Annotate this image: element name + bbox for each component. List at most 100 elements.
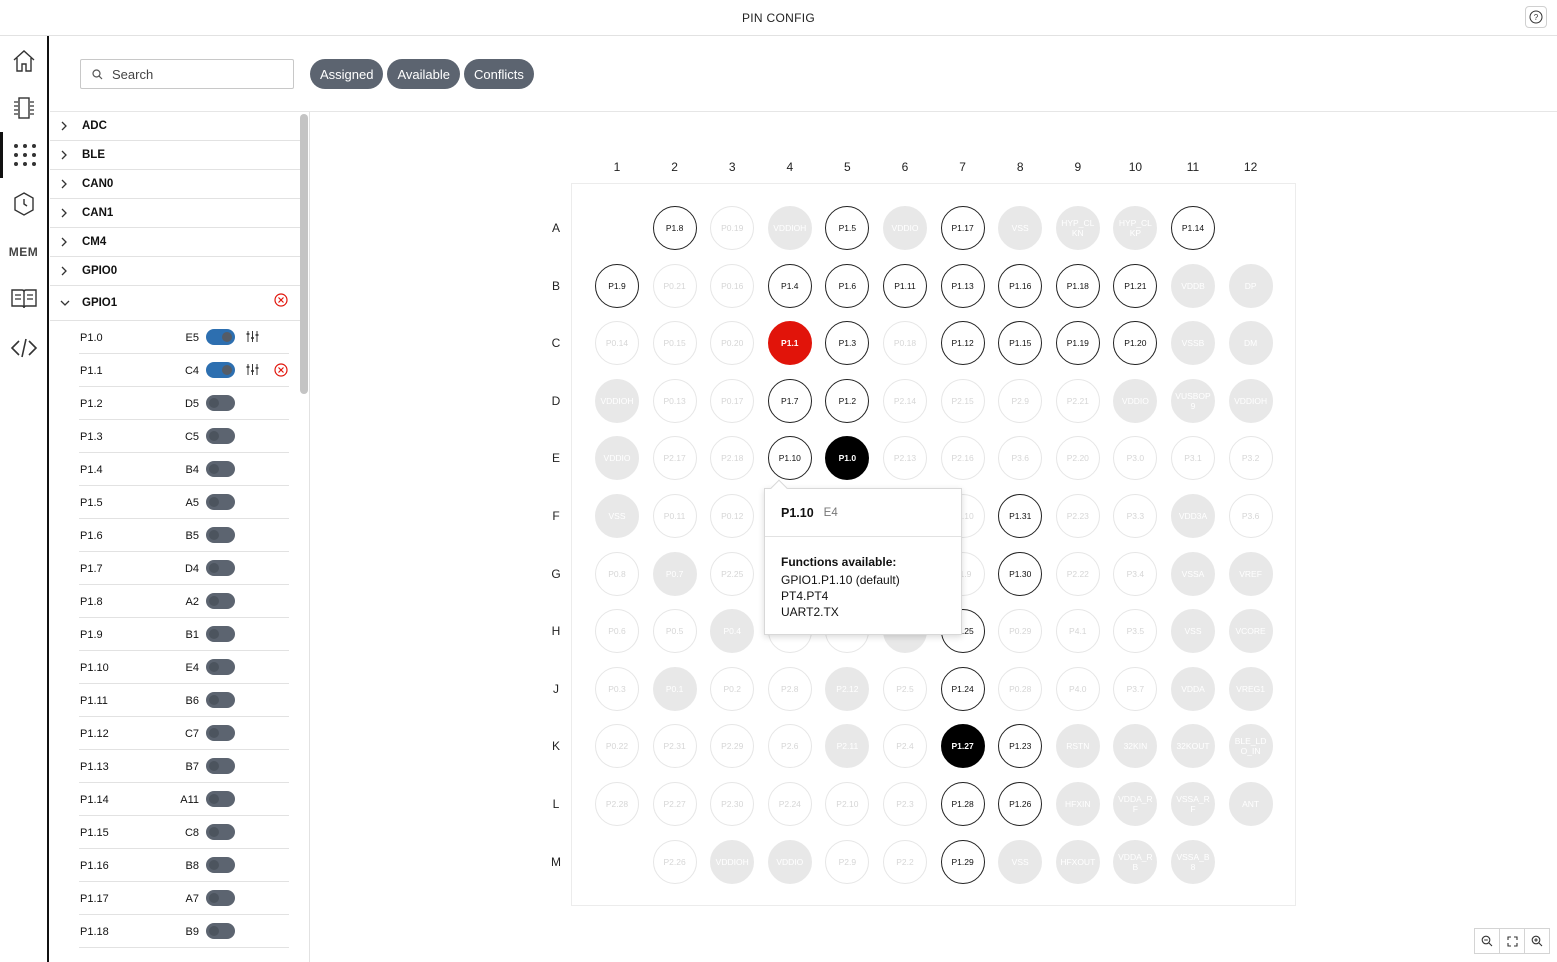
board-pin[interactable]: P1.18 <box>1055 263 1100 308</box>
zoom-out-icon[interactable] <box>1475 929 1500 953</box>
mem-label: MEM <box>8 245 39 259</box>
available-filter-button[interactable]: Available <box>387 59 461 89</box>
pin-toggle[interactable] <box>206 461 235 477</box>
pin-row[interactable]: P1.3 C5 <box>79 420 289 453</box>
group-cm4[interactable]: CM4 <box>50 228 301 257</box>
pin-row[interactable]: P1.2 D5 <box>79 387 289 420</box>
board-pin: VREF <box>1228 551 1273 596</box>
assigned-filter-button[interactable]: Assigned <box>310 59 384 89</box>
filter-buttons: Assigned Available Conflicts <box>310 59 534 89</box>
pin-row[interactable]: P1.8 A2 <box>79 585 289 618</box>
pin-row[interactable]: P1.18 B9 <box>79 915 289 948</box>
pin-toggle[interactable] <box>206 923 235 939</box>
pin-toggle[interactable] <box>206 560 235 576</box>
pin-toggle[interactable] <box>206 428 235 444</box>
fullscreen-icon[interactable] <box>1500 929 1525 953</box>
pin-row[interactable]: P1.10 E4 <box>79 651 289 684</box>
board-pin[interactable]: P1.29 <box>940 839 985 884</box>
pin-toggle[interactable] <box>206 824 235 840</box>
group-ble[interactable]: BLE <box>50 141 301 170</box>
remove-error-icon[interactable] <box>274 363 288 380</box>
group-can0[interactable]: CAN0 <box>50 170 301 199</box>
pin-row[interactable]: P1.12 C7 <box>79 717 289 750</box>
board-pin[interactable]: P1.11 <box>883 263 927 308</box>
help-icon[interactable]: ? <box>1525 6 1547 28</box>
pin-name: P1.17 <box>80 893 109 905</box>
pin-row[interactable]: P1.16 B8 <box>79 849 289 882</box>
board-pin[interactable]: P1.4 <box>767 263 812 308</box>
pin-toggle[interactable] <box>206 890 235 906</box>
pin-row[interactable]: P1.15 C8 <box>79 816 289 849</box>
board-pin: ANT <box>1228 782 1273 826</box>
board-pin[interactable]: P1.8 <box>652 206 697 250</box>
docs-icon[interactable] <box>0 276 47 322</box>
group-gpio1[interactable]: GPIO1 <box>50 286 301 321</box>
home-icon[interactable] <box>0 38 47 84</box>
mem-icon[interactable]: MEM <box>0 229 47 275</box>
group-adc[interactable]: ADC <box>50 112 301 141</box>
clock-icon[interactable] <box>0 181 47 227</box>
pin-toggle[interactable] <box>206 593 235 609</box>
search-input[interactable] <box>112 66 282 82</box>
board-pin[interactable]: P1.2 <box>825 378 870 423</box>
board-pin[interactable]: P1.1 <box>767 321 812 366</box>
pin-row[interactable]: P1.5 A5 <box>79 486 289 519</box>
code-icon[interactable] <box>0 325 47 371</box>
column-label: 9 <box>1074 160 1082 174</box>
board-pin[interactable]: P1.7 <box>767 378 812 423</box>
board-pin[interactable]: P1.12 <box>940 321 985 366</box>
board-pin[interactable]: P1.6 <box>825 263 870 308</box>
zoom-in-icon[interactable] <box>1525 929 1549 953</box>
board-pin: VDDIO <box>883 206 927 250</box>
pin-row[interactable]: P1.17 A7 <box>79 882 289 915</box>
board-pin[interactable]: P1.10 <box>767 436 812 481</box>
pin-toggle[interactable] <box>206 527 235 543</box>
pin-toggle[interactable] <box>206 362 235 378</box>
board-pin: VSSA <box>1171 551 1215 596</box>
board-pin[interactable]: P1.16 <box>998 263 1043 308</box>
pin-config-icon[interactable] <box>0 132 47 178</box>
pin-row[interactable]: P1.13 B7 <box>79 750 289 783</box>
group-gpio0[interactable]: GPIO0 <box>50 257 301 286</box>
pin-toggle[interactable] <box>206 329 235 345</box>
pin-toggle[interactable] <box>206 626 235 642</box>
board-pin[interactable]: P1.31 <box>998 494 1043 538</box>
peripherals-icon[interactable] <box>0 85 47 131</box>
pin-row[interactable]: P1.0 E5 <box>79 321 289 354</box>
board-pin[interactable]: P1.17 <box>940 206 985 250</box>
remove-error-icon[interactable] <box>274 293 288 312</box>
board-pin[interactable]: P1.14 <box>1171 206 1215 250</box>
board-pin[interactable]: P1.9 <box>595 263 639 308</box>
board-pin[interactable]: P1.21 <box>1113 263 1158 308</box>
pin-row[interactable]: P1.4 B4 <box>79 453 289 486</box>
pin-row[interactable]: P1.14 A11 <box>79 783 289 816</box>
pin-toggle[interactable] <box>206 494 235 510</box>
pin-toggle[interactable] <box>206 692 235 708</box>
group-can1[interactable]: CAN1 <box>50 199 301 228</box>
board-pin[interactable]: P1.28 <box>940 782 985 826</box>
settings-sliders-icon[interactable] <box>246 330 259 346</box>
conflicts-filter-button[interactable]: Conflicts <box>464 59 534 89</box>
board-pin[interactable]: P1.30 <box>998 551 1043 596</box>
pin-toggle[interactable] <box>206 659 235 675</box>
pin-row[interactable]: P1.7 D4 <box>79 552 289 585</box>
board-pin[interactable]: P1.26 <box>998 782 1043 826</box>
pin-toggle[interactable] <box>206 791 235 807</box>
board-pin[interactable]: P1.13 <box>940 263 985 308</box>
pin-row[interactable]: P1.11 B6 <box>79 684 289 717</box>
pin-row[interactable]: P1.1 C4 <box>79 354 289 387</box>
pin-toggle[interactable] <box>206 758 235 774</box>
board-pin[interactable]: P1.19 <box>1055 321 1100 366</box>
pin-name: P1.12 <box>80 728 109 740</box>
settings-sliders-icon[interactable] <box>246 363 259 379</box>
sidebar-scrollbar[interactable] <box>300 114 308 394</box>
board-pin: P2.5 <box>883 666 927 711</box>
pin-toggle[interactable] <box>206 725 235 741</box>
pin-toggle[interactable] <box>206 857 235 873</box>
pin-toggle[interactable] <box>206 395 235 411</box>
board-pin[interactable]: P1.24 <box>940 666 985 711</box>
pin-row[interactable]: P1.9 B1 <box>79 618 289 651</box>
board-pin[interactable]: P1.27 <box>940 724 985 769</box>
pin-row[interactable]: P1.6 B5 <box>79 519 289 552</box>
search-box[interactable] <box>80 59 294 89</box>
